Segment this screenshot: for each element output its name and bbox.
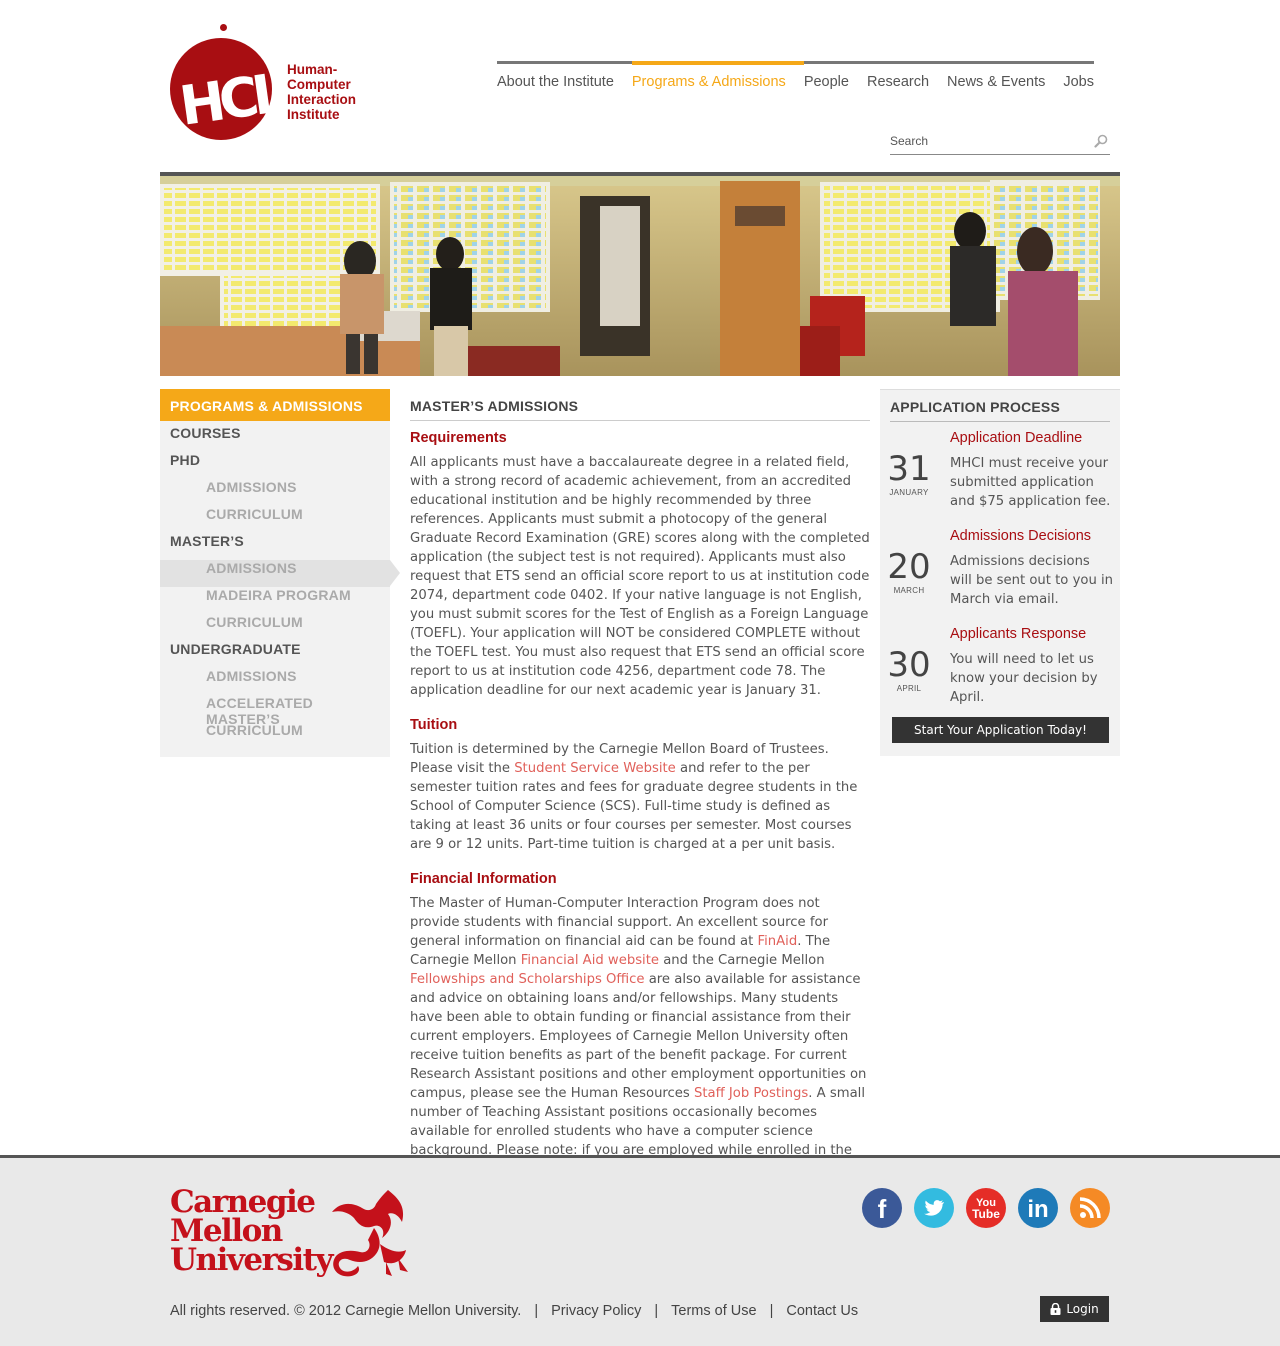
step-text: You will need to let us know your decisi… <box>950 652 1098 705</box>
terms-of-use-link[interactable]: Terms of Use <box>671 1303 756 1319</box>
sidebar-item-phd-curriculum[interactable]: CURRICULUM <box>160 506 390 533</box>
step-heading: Applicants Response <box>950 626 1087 642</box>
application-process-panel: APPLICATION PROCESS 31 JANUARY Applicati… <box>880 389 1120 756</box>
staff-job-postings-link[interactable]: Staff Job Postings <box>694 1086 808 1101</box>
youtube-icon: You Tube <box>966 1188 1006 1228</box>
nav-news-events[interactable]: News & Events <box>947 61 1064 101</box>
sidebar-title: PROGRAMS & ADMISSIONS <box>160 389 390 421</box>
step-heading: Application Deadline <box>950 430 1083 446</box>
logo-line: Institute <box>287 107 340 122</box>
financial-heading: Financial Information <box>410 871 557 887</box>
nav-programs-admissions[interactable]: Programs & Admissions <box>631 61 804 101</box>
linkedin-glyph: in <box>1027 1196 1048 1223</box>
twitter-link[interactable] <box>914 1188 954 1228</box>
step-day: 30 <box>887 645 931 685</box>
nav-about[interactable]: About the Institute <box>497 61 632 101</box>
application-step: 20 MARCH Admissions Decisions Admissions… <box>880 520 1120 618</box>
start-application-button[interactable]: Start Your Application Today! <box>892 717 1109 743</box>
youtube-link[interactable]: You Tube <box>966 1188 1006 1228</box>
sidebar-item-phd[interactable]: PHD <box>160 452 390 479</box>
step-text: MHCI must receive your submitted applica… <box>950 456 1111 509</box>
step-day: 20 <box>887 547 931 587</box>
step-date: 31 JANUARY <box>880 452 938 497</box>
sidebar-item-courses[interactable]: COURSES <box>160 425 390 452</box>
financial-text-part: are also available for assistance and ad… <box>410 972 867 1101</box>
nav-people[interactable]: People <box>803 61 867 101</box>
step-date: 20 MARCH <box>880 550 938 595</box>
login-button[interactable]: Login <box>1040 1296 1109 1322</box>
nav-jobs[interactable]: Jobs <box>1063 61 1094 101</box>
sidebar-item-masters-curriculum[interactable]: CURRICULUM <box>160 614 390 641</box>
facebook-glyph: f <box>878 1194 887 1224</box>
privacy-policy-link[interactable]: Privacy Policy <box>551 1303 641 1319</box>
logo-line: Interaction <box>287 92 357 107</box>
step-date: 30 APRIL <box>880 648 938 693</box>
footer-links: All rights reserved. © 2012 Carnegie Mel… <box>170 1303 858 1319</box>
rss-link[interactable] <box>1070 1188 1110 1228</box>
logo-letters: HCI! <box>175 60 290 138</box>
financial-text-part: and the Carnegie Mellon <box>659 953 825 968</box>
logo-wordmark: Human- Computer Interaction Institute <box>287 62 377 122</box>
requirements-heading: Requirements <box>410 430 507 446</box>
logo-circle: HCI! <box>170 38 289 140</box>
step-month: JANUARY <box>889 488 929 497</box>
sidebar-item-masters-admissions[interactable]: ADMISSIONS <box>160 560 400 587</box>
main-content: MASTER’S ADMISSIONS Requirements All app… <box>410 389 870 1155</box>
financial-text: The Master of Human-Computer Interaction… <box>410 894 870 1155</box>
sidebar-item-undergrad-admissions[interactable]: ADMISSIONS <box>160 668 390 695</box>
footer-separator: | <box>654 1303 659 1319</box>
search-box <box>890 130 1110 155</box>
step-month: APRIL <box>896 684 922 693</box>
griffin-icon <box>332 1190 408 1277</box>
cmu-line: University <box>170 1242 333 1278</box>
logo-line: Computer <box>287 77 351 92</box>
linkedin-link[interactable]: in <box>1018 1188 1058 1228</box>
sidebar-item-undergraduate[interactable]: UNDERGRADUATE <box>160 641 390 668</box>
sidebar-item-undergrad-curriculum[interactable]: CURRICULUM <box>160 722 390 749</box>
banner-photo <box>160 176 1120 376</box>
copyright-text: All rights reserved. © 2012 Carnegie Mel… <box>170 1303 522 1319</box>
youtube-glyph: Tube <box>972 1207 1000 1221</box>
lock-icon <box>1050 1303 1061 1315</box>
sidebar-item-phd-admissions[interactable]: ADMISSIONS <box>160 479 390 506</box>
sidebar-item-madeira-program[interactable]: MADEIRA PROGRAM <box>160 587 390 614</box>
requirements-text: All applicants must have a baccalaureate… <box>410 455 870 698</box>
application-step: 31 JANUARY Application Deadline MHCI mus… <box>880 422 1120 520</box>
tuition-text: Tuition is determined by the Carnegie Me… <box>410 740 870 854</box>
application-step: 30 APRIL Applicants Response You will ne… <box>880 618 1120 716</box>
section-sidebar: PROGRAMS & ADMISSIONS COURSES PHD ADMISS… <box>160 389 400 757</box>
hcii-logo[interactable]: HCI! Human- Computer Interaction Institu… <box>168 24 368 142</box>
search-icon[interactable] <box>1094 134 1108 148</box>
logo-dot <box>220 24 227 31</box>
fellowships-office-link[interactable]: Fellowships and Scholarships Office <box>410 972 645 987</box>
contact-us-link[interactable]: Contact Us <box>786 1303 858 1319</box>
twitter-icon <box>914 1188 954 1228</box>
footer-separator: | <box>769 1303 774 1319</box>
finaid-link[interactable]: FinAid <box>758 934 798 949</box>
student-service-link[interactable]: Student Service Website <box>514 761 676 776</box>
footer: Carnegie Mellon University f You Tube in <box>0 1155 1280 1346</box>
banner-image <box>160 176 1120 376</box>
step-month: MARCH <box>893 586 925 595</box>
main-nav: About the Institute Programs & Admission… <box>497 61 1094 101</box>
footer-separator: | <box>534 1303 539 1319</box>
rss-icon <box>1070 1188 1110 1228</box>
step-text: Admissions decisions will be sent out to… <box>950 554 1114 607</box>
step-day: 31 <box>887 449 931 489</box>
nav-research[interactable]: Research <box>866 61 948 101</box>
application-process-title: APPLICATION PROCESS <box>890 390 1110 422</box>
financial-aid-website-link[interactable]: Financial Aid website <box>521 953 659 968</box>
page-title: MASTER’S ADMISSIONS <box>410 389 870 421</box>
tuition-heading: Tuition <box>410 717 458 733</box>
cmu-wordmark[interactable]: Carnegie Mellon University <box>170 1187 333 1278</box>
linkedin-icon: in <box>1018 1188 1058 1228</box>
facebook-link[interactable]: f <box>862 1188 902 1228</box>
logo-line: Human- <box>287 62 338 77</box>
facebook-icon: f <box>862 1188 902 1228</box>
step-heading: Admissions Decisions <box>950 528 1092 544</box>
login-label: Login <box>1066 1302 1099 1316</box>
search-input[interactable] <box>890 130 1080 148</box>
sidebar-item-accelerated-masters[interactable]: ACCELERATED MASTER’S <box>160 695 390 727</box>
sidebar-item-masters[interactable]: MASTER’S <box>160 533 390 560</box>
